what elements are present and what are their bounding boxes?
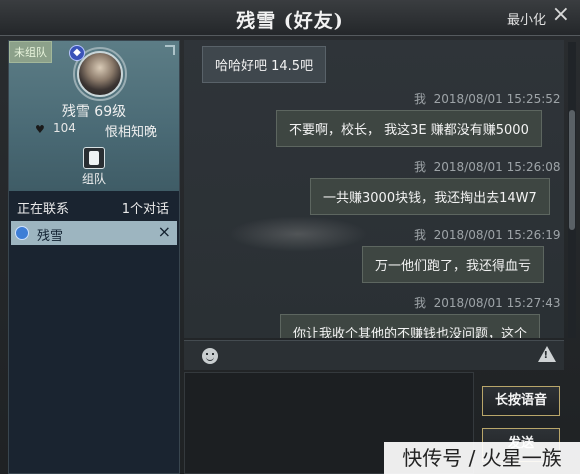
message-sender: 我 <box>414 92 427 106</box>
message-time: 2018/08/01 15:26:08 <box>433 160 561 174</box>
team-invite-button[interactable]: 组队 <box>77 147 111 187</box>
voice-button[interactable]: 长按语音 <box>482 386 560 416</box>
team-flag-icon <box>83 147 105 169</box>
message-time: 2018/08/01 15:25:52 <box>433 92 561 106</box>
message-time: 2018/08/01 15:27:43 <box>433 296 561 310</box>
chat-toolbar: ! <box>184 340 564 370</box>
player-name-level: 残雪 69级 <box>61 104 127 120</box>
contacts-title: 正在联系 <box>17 202 70 217</box>
message-sender: 我 <box>414 160 427 174</box>
contact-name: 残雪 <box>37 229 64 244</box>
close-conversation-icon[interactable]: × <box>158 222 171 241</box>
message-bubble: 不要啊，校长， 我这3E 赚都没有赚5000 <box>276 110 542 147</box>
left-panel: 未组队 ◆ 残雪 69级 ♥ 104 恨相知晚 组队 正在联系 1个对话 残雪 … <box>8 40 180 474</box>
contacts-count: 1个对话 <box>121 202 169 217</box>
message-time: 2018/08/01 15:26:19 <box>433 228 561 242</box>
friendship-value: 104 <box>53 121 76 135</box>
window-title: 残雪 (好友) <box>236 10 344 32</box>
message-bubble: 哈哈好吧 14.5吧 <box>202 46 327 83</box>
message-meta: 我 2018/08/01 15:25:52 <box>414 90 561 107</box>
message-bubble: 万一他们跑了，我还得血亏 <box>362 246 545 283</box>
blur-overlay <box>228 216 368 252</box>
team-invite-label: 组队 <box>81 172 106 186</box>
title-bar: 残雪 (好友) 最小化 × <box>0 0 580 36</box>
message-bubble: 你让我收个其他的不赚钱也没问题，这个 <box>280 314 541 338</box>
chat-scroll-thumb[interactable] <box>569 110 575 230</box>
close-button[interactable]: × <box>552 4 570 26</box>
friend-profile-card: 未组队 ◆ 残雪 69级 ♥ 104 恨相知晚 组队 <box>9 41 179 191</box>
minimize-button[interactable]: 最小化 <box>507 9 546 28</box>
contact-item[interactable]: 残雪 × <box>11 221 177 245</box>
team-status-badge: 未组队 <box>9 41 52 63</box>
message-sender: 我 <box>414 228 427 242</box>
contacts-header: 正在联系 1个对话 <box>9 193 179 217</box>
message-bubble: 一共赚3000块钱，我还掏出去14W7 <box>310 178 550 215</box>
warning-mark: ! <box>543 350 548 361</box>
message-meta: 我 2018/08/01 15:26:19 <box>414 226 561 243</box>
expand-corner-icon[interactable] <box>165 45 175 55</box>
message-sender: 我 <box>414 296 427 310</box>
avatar[interactable] <box>77 51 123 97</box>
watermark: 快传号 / 火星一族 <box>384 442 580 474</box>
heart-icon: ♥ <box>35 123 45 136</box>
message-meta: 我 2018/08/01 15:26:08 <box>414 158 561 175</box>
smiley-icon[interactable] <box>202 348 218 364</box>
message-meta: 我 2018/08/01 15:27:43 <box>414 294 561 311</box>
contact-status-icon <box>15 226 29 240</box>
school-emblem-icon: ◆ <box>69 45 85 61</box>
chat-history[interactable]: 哈哈好吧 14.5吧 我 2018/08/01 15:25:52 不要啊，校长，… <box>184 40 564 338</box>
relation-title: 恨相知晚 <box>105 125 158 140</box>
chat-window: 残雪 (好友) 最小化 × 未组队 ◆ 残雪 69级 ♥ 104 恨相知晚 组队… <box>0 0 580 474</box>
